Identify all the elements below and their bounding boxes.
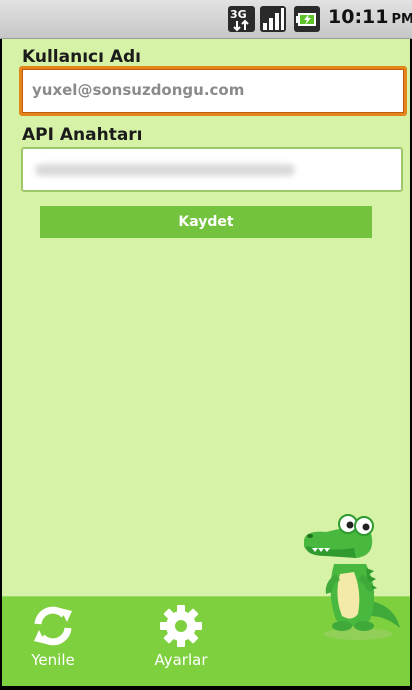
clock-time: 10:11 (328, 6, 389, 28)
gear-icon (160, 605, 202, 647)
username-value: yuxel@sonsuzdongu.com (32, 81, 245, 99)
username-label: Kullanıcı Adı (22, 47, 142, 67)
save-button[interactable]: Kaydet (40, 206, 372, 238)
screen-bottom-edge (0, 686, 412, 690)
settings-label: Ayarlar (154, 651, 208, 669)
username-input[interactable]: yuxel@sonsuzdongu.com (19, 66, 407, 116)
api-key-label: API Anahtarı (22, 125, 143, 145)
refresh-button[interactable]: Yenile (18, 603, 88, 669)
api-key-value-blurred (35, 164, 295, 176)
refresh-icon (34, 606, 72, 646)
refresh-label: Yenile (31, 651, 75, 669)
network-3g-icon: 3G (228, 6, 255, 32)
app-screen: 3G 10:11 PM Kullanıcı Adı yuxel@sonsuzdon… (0, 0, 412, 690)
battery-charging-icon (294, 6, 320, 32)
crocodile-mascot-icon (304, 514, 400, 640)
settings-button[interactable]: Ayarlar (142, 603, 220, 669)
network-type-text: 3G (230, 8, 247, 21)
clock: 10:11 PM (328, 6, 412, 28)
clock-ampm: PM (391, 12, 412, 27)
signal-strength-icon (260, 6, 286, 32)
status-bar: 3G 10:11 PM (0, 0, 412, 39)
api-key-input[interactable] (21, 147, 403, 192)
